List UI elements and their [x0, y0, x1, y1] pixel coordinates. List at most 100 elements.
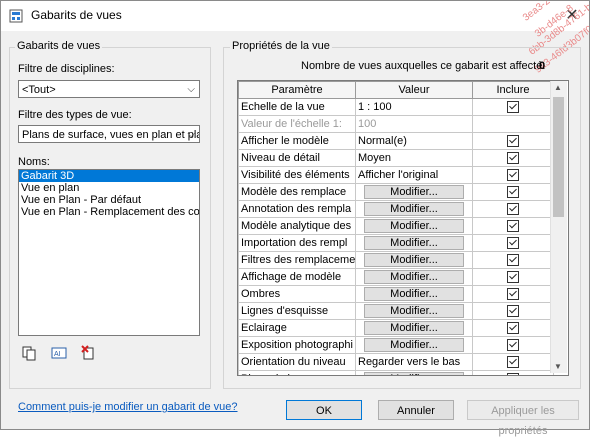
- table-row[interactable]: Modèle analytique des Modifier...: [238, 217, 554, 235]
- include-checkbox[interactable]: [507, 322, 519, 335]
- parameter-cell: Orientation du niveau: [238, 353, 356, 371]
- include-cell: [472, 217, 554, 235]
- table-row[interactable]: Valeur de l'échelle 1: 100: [238, 115, 554, 133]
- include-checkbox[interactable]: [507, 305, 519, 318]
- edit-button[interactable]: Modifier...: [364, 372, 464, 375]
- help-link[interactable]: Comment puis-je modifier un gabarit de v…: [18, 401, 238, 413]
- duplicate-icon[interactable]: [21, 345, 37, 361]
- edit-button[interactable]: Modifier...: [364, 185, 464, 199]
- edit-button[interactable]: Modifier...: [364, 304, 464, 318]
- right-group-label: Propriétés de la vue: [230, 40, 332, 52]
- table-row[interactable]: Exposition photographi Modifier...: [238, 336, 554, 354]
- value-cell[interactable]: Moyen: [355, 149, 473, 167]
- include-checkbox[interactable]: [507, 356, 519, 369]
- table-row[interactable]: Annotation des rempla Modifier...: [238, 200, 554, 218]
- edit-button[interactable]: Modifier...: [364, 253, 464, 267]
- parameter-cell: Annotation des rempla: [238, 200, 356, 218]
- column-header-parameter[interactable]: Paramètre: [238, 81, 356, 99]
- include-checkbox[interactable]: [507, 152, 519, 165]
- include-cell: [472, 370, 554, 375]
- value-cell: Modifier...: [355, 319, 473, 337]
- rename-icon[interactable]: AI: [51, 345, 67, 361]
- delete-icon[interactable]: [81, 345, 97, 361]
- parameter-cell: Plage de la vue: [238, 370, 356, 375]
- include-checkbox[interactable]: [507, 203, 519, 216]
- include-checkbox[interactable]: [507, 220, 519, 233]
- table-row[interactable]: Importation des rempl Modifier...: [238, 234, 554, 252]
- edit-button[interactable]: Modifier...: [364, 321, 464, 335]
- dialog-window: Gabarits de vues ✕ 3ea3-2e6f-4d6e-d0b6 3…: [0, 0, 590, 437]
- edit-button[interactable]: Modifier...: [364, 219, 464, 233]
- view-type-filter-select[interactable]: Plans de surface, vues en plan et pla ⌵: [18, 125, 200, 143]
- include-cell: [472, 302, 554, 320]
- scroll-down-icon[interactable]: ▼: [554, 362, 562, 371]
- properties-table: Paramètre Valeur Inclure Echelle de la v…: [238, 81, 554, 375]
- include-checkbox[interactable]: [507, 169, 519, 182]
- table-row[interactable]: Niveau de détail Moyen: [238, 149, 554, 167]
- include-checkbox[interactable]: [507, 288, 519, 301]
- discipline-filter-select[interactable]: <Tout> ⌵: [18, 80, 200, 98]
- value-cell[interactable]: Normal(e): [355, 132, 473, 150]
- include-cell: [472, 200, 554, 218]
- list-item[interactable]: Vue en Plan - Remplacement des couche: [19, 206, 199, 218]
- cancel-button[interactable]: Annuler: [378, 400, 454, 420]
- value-cell[interactable]: 1 : 100: [355, 98, 473, 116]
- names-listbox[interactable]: Gabarit 3D Vue en plan Vue en Plan - Par…: [18, 169, 200, 336]
- chevron-down-icon: ⌵: [187, 84, 195, 95]
- view-type-filter-label: Filtre des types de vue:: [18, 109, 132, 121]
- edit-button[interactable]: Modifier...: [364, 236, 464, 250]
- table-row[interactable]: Visibilité des éléments Afficher l'origin…: [238, 166, 554, 184]
- edit-button[interactable]: Modifier...: [364, 287, 464, 301]
- table-row[interactable]: Filtres des remplaceme Modifier...: [238, 251, 554, 269]
- value-cell: Modifier...: [355, 336, 473, 354]
- include-cell: [472, 353, 554, 371]
- parameter-cell: Niveau de détail: [238, 149, 356, 167]
- parameter-cell: Valeur de l'échelle 1:: [238, 115, 356, 133]
- table-row[interactable]: Lignes d'esquisse Modifier...: [238, 302, 554, 320]
- value-cell: Modifier...: [355, 183, 473, 201]
- include-cell: [472, 149, 554, 167]
- value-cell[interactable]: Regarder vers le bas: [355, 353, 473, 371]
- scroll-thumb[interactable]: [553, 97, 564, 217]
- list-item[interactable]: Vue en Plan - Par défaut: [19, 194, 199, 206]
- column-header-value[interactable]: Valeur: [355, 81, 473, 99]
- table-row[interactable]: Afficher le modèle Normal(e): [238, 132, 554, 150]
- parameter-cell: Ombres: [238, 285, 356, 303]
- parameter-cell: Exposition photographi: [238, 336, 356, 354]
- table-row[interactable]: Eclairage Modifier...: [238, 319, 554, 337]
- include-checkbox[interactable]: [507, 254, 519, 267]
- table-row[interactable]: Echelle de la vue 1 : 100: [238, 98, 554, 116]
- column-header-include[interactable]: Inclure: [472, 81, 554, 99]
- include-checkbox[interactable]: [507, 186, 519, 199]
- properties-scrollbar[interactable]: ▲ ▼: [550, 81, 567, 373]
- table-row[interactable]: Plage de la vue Modifier...: [238, 370, 554, 375]
- table-row[interactable]: Affichage de modèle Modifier...: [238, 268, 554, 286]
- parameter-cell: Visibilité des éléments: [238, 166, 356, 184]
- table-row[interactable]: Orientation du niveau Regarder vers le ba…: [238, 353, 554, 371]
- include-checkbox[interactable]: [507, 237, 519, 250]
- list-item[interactable]: Vue en plan: [19, 182, 199, 194]
- edit-button[interactable]: Modifier...: [364, 202, 464, 216]
- close-icon[interactable]: ✕: [559, 4, 585, 28]
- scroll-up-icon[interactable]: ▲: [554, 83, 562, 92]
- include-checkbox[interactable]: [507, 101, 519, 114]
- list-item[interactable]: Gabarit 3D: [19, 170, 199, 182]
- edit-button[interactable]: Modifier...: [364, 270, 464, 284]
- include-checkbox[interactable]: [507, 373, 519, 375]
- value-cell[interactable]: Afficher l'original: [355, 166, 473, 184]
- parameter-cell: Affichage de modèle: [238, 268, 356, 286]
- apply-properties-button[interactable]: Appliquer les propriétés: [467, 400, 579, 437]
- table-row[interactable]: Modèle des remplace Modifier...: [238, 183, 554, 201]
- edit-button[interactable]: Modifier...: [364, 338, 464, 352]
- value-cell: Modifier...: [355, 370, 473, 375]
- include-checkbox[interactable]: [507, 135, 519, 148]
- table-row[interactable]: Ombres Modifier...: [238, 285, 554, 303]
- parameter-cell: Modèle des remplace: [238, 183, 356, 201]
- include-cell: [472, 166, 554, 184]
- title-bar: Gabarits de vues ✕: [1, 1, 589, 31]
- parameter-cell: Importation des rempl: [238, 234, 356, 252]
- svg-text:AI: AI: [54, 351, 61, 358]
- include-checkbox[interactable]: [507, 271, 519, 284]
- ok-button[interactable]: OK: [286, 400, 362, 420]
- include-checkbox[interactable]: [507, 339, 519, 352]
